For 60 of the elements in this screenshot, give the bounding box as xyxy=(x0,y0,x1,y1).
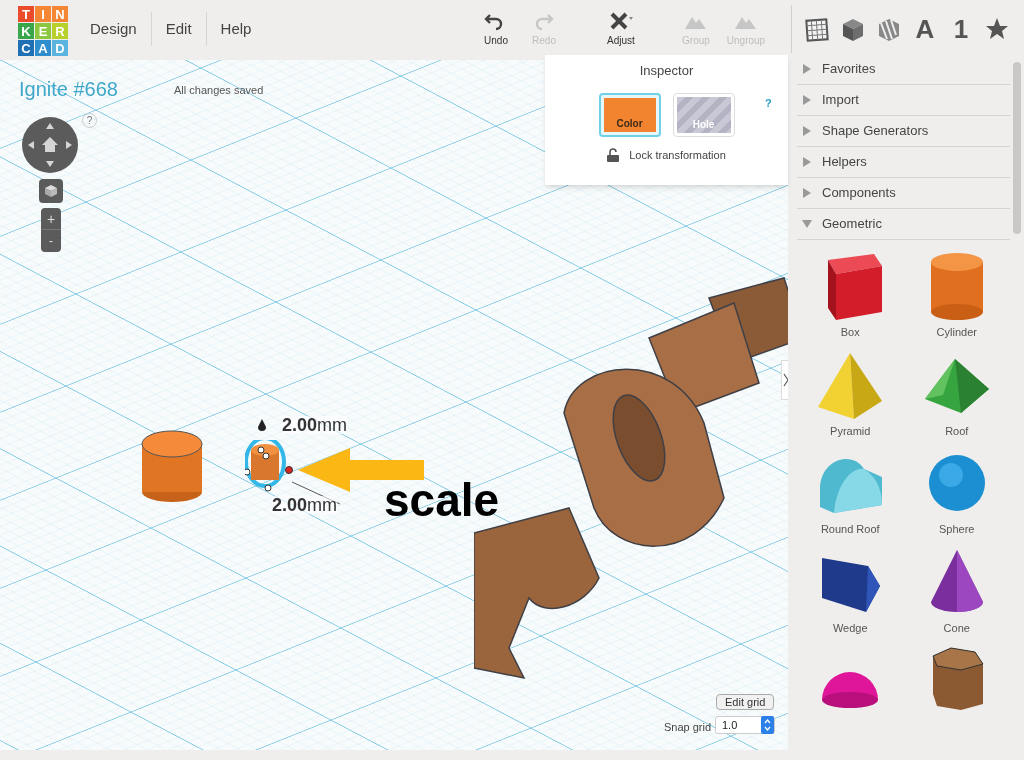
stepper-icon xyxy=(761,716,774,734)
chevron-right-icon xyxy=(783,373,788,387)
logo-letter: T xyxy=(18,6,34,22)
shape-label: Cylinder xyxy=(936,325,977,340)
triangle-right-icon xyxy=(802,157,812,167)
selected-cylinder-drawing[interactable] xyxy=(245,440,293,492)
dimension-label[interactable]: 2.00mm xyxy=(282,416,348,434)
color-button[interactable]: Color xyxy=(598,92,661,137)
category-item[interactable]: Helpers xyxy=(797,147,1010,178)
zoom-in-button[interactable]: + xyxy=(41,208,61,230)
lock-transformation-label[interactable]: Lock transformation xyxy=(629,146,726,163)
adjust-button[interactable]: Adjust xyxy=(596,10,646,48)
shape-label: Wedge xyxy=(832,620,868,636)
logo-letter: E xyxy=(35,23,51,39)
triangle-right-icon xyxy=(802,64,812,74)
grid-icon xyxy=(803,15,831,43)
snap-grid-label: Snap grid xyxy=(664,720,712,735)
dimension-label[interactable]: 2.00mm xyxy=(272,496,338,514)
shape-label: Round Roof xyxy=(820,522,880,537)
triangle-right-icon xyxy=(802,95,812,105)
menu-item[interactable]: Design xyxy=(76,12,151,46)
inspector-title: Inspector xyxy=(639,62,694,80)
menu-item[interactable]: Edit xyxy=(151,12,206,46)
orbit-control-icon[interactable] xyxy=(22,117,78,173)
edit-grid-button[interactable]: Edit grid xyxy=(716,694,775,710)
logo-letter: C xyxy=(18,40,34,56)
annotation-label: scale xyxy=(384,477,500,523)
triangle-right-icon xyxy=(802,126,812,136)
shape-label: Sphere xyxy=(939,522,975,537)
snap-grid-select[interactable]: 1.0 xyxy=(715,716,775,734)
undo-button[interactable]: Undo xyxy=(472,10,520,48)
collapse-panel-button[interactable] xyxy=(781,360,788,400)
logo[interactable]: T I N K E R C A D xyxy=(18,6,68,56)
category-item[interactable]: Components xyxy=(797,178,1010,209)
menu-item[interactable]: Help xyxy=(206,12,266,46)
view-cube-button[interactable] xyxy=(39,179,63,203)
shape-label: Cone xyxy=(943,620,970,636)
shape-label: Roof xyxy=(945,423,969,439)
drop-handle-icon[interactable] xyxy=(257,419,267,433)
shape-label: Pyramid xyxy=(830,423,871,439)
scrollbar[interactable] xyxy=(1013,62,1021,234)
shape-tab[interactable]: A xyxy=(908,12,942,46)
logo-letter: A xyxy=(35,40,51,56)
triangle-down-icon xyxy=(802,219,812,229)
shape-label: Box xyxy=(840,325,860,340)
logo-letter: R xyxy=(52,23,68,39)
logo-letter: I xyxy=(35,6,51,22)
logo-letter: D xyxy=(52,40,68,56)
category-item[interactable]: Shape Generators xyxy=(797,116,1010,147)
category-item[interactable]: Geometric xyxy=(797,209,1010,240)
category-item[interactable]: Import xyxy=(797,85,1010,116)
logo-letter: N xyxy=(52,6,68,22)
category-item[interactable]: Favorites xyxy=(797,54,1010,85)
lock-icon[interactable] xyxy=(607,147,620,162)
zoom-out-button[interactable]: - xyxy=(41,230,61,252)
cube-icon xyxy=(44,184,58,198)
crossed-tools-icon xyxy=(609,10,633,31)
logo-letter: K xyxy=(18,23,34,39)
triangle-right-icon xyxy=(802,188,812,198)
shape-tab[interactable]: 1 xyxy=(944,12,978,46)
